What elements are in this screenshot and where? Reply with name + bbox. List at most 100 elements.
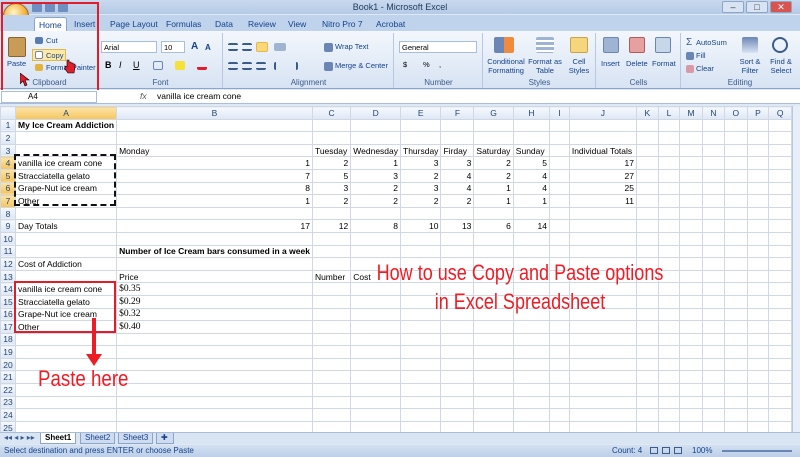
cell[interactable] [568, 370, 637, 385]
cell[interactable] [473, 370, 514, 385]
column-header[interactable]: B [116, 106, 313, 120]
orientation-icon[interactable] [274, 43, 286, 51]
shrink-font-button[interactable]: A [205, 43, 211, 52]
cell[interactable] [548, 143, 570, 158]
cell[interactable] [473, 231, 514, 246]
cell[interactable] [746, 332, 770, 347]
cell[interactable] [768, 332, 792, 347]
cell[interactable] [311, 345, 352, 359]
cell[interactable] [568, 219, 637, 233]
cell[interactable] [657, 395, 681, 410]
cell[interactable] [440, 244, 475, 259]
cell[interactable] [635, 320, 659, 334]
currency-button[interactable]: $ [403, 60, 407, 69]
column-header[interactable]: P [746, 106, 770, 120]
find-select-button[interactable]: Find & Select [766, 57, 796, 75]
cell[interactable] [724, 156, 748, 170]
cell[interactable] [548, 345, 570, 359]
row-header[interactable]: 24 [0, 408, 17, 422]
cell[interactable] [548, 408, 570, 422]
grow-font-button[interactable]: A [191, 41, 198, 52]
cell[interactable] [768, 257, 792, 271]
cell[interactable] [350, 395, 401, 410]
cell[interactable] [746, 168, 770, 183]
cell[interactable] [724, 370, 748, 385]
column-header[interactable]: Q [768, 106, 792, 120]
close-button[interactable]: ✕ [770, 1, 792, 13]
number-format-select[interactable]: General [399, 41, 477, 53]
cell[interactable] [350, 345, 401, 359]
cell[interactable] [473, 408, 514, 422]
cell[interactable] [440, 395, 475, 410]
cell[interactable] [701, 181, 726, 196]
cell[interactable] [635, 206, 659, 221]
cell[interactable] [679, 408, 703, 422]
cell[interactable] [116, 383, 313, 397]
cell[interactable] [311, 332, 352, 347]
cell[interactable]: Firday [440, 143, 475, 158]
formula-input[interactable]: vanilla ice cream cone [157, 91, 241, 101]
cell[interactable] [724, 332, 748, 347]
bold-button[interactable]: B [105, 60, 112, 70]
cell[interactable] [635, 231, 659, 246]
cell[interactable] [512, 383, 550, 397]
percent-button[interactable]: % [423, 60, 430, 69]
cell[interactable]: 5 [311, 168, 352, 183]
align-top-icon[interactable] [228, 43, 238, 51]
cell[interactable] [512, 131, 550, 145]
cell[interactable]: 1 [350, 156, 401, 170]
cell[interactable]: 8 [116, 181, 313, 196]
cell[interactable] [746, 320, 770, 334]
cell[interactable] [440, 320, 475, 334]
row-header[interactable]: 18 [0, 332, 17, 347]
cell[interactable] [679, 131, 703, 145]
cell[interactable]: 2 [350, 181, 401, 196]
cell[interactable] [116, 118, 313, 133]
cell[interactable] [657, 131, 681, 145]
cell[interactable] [15, 332, 118, 347]
cell[interactable] [350, 206, 401, 221]
cell[interactable] [635, 395, 659, 410]
cell[interactable]: Monday [116, 143, 313, 158]
cell[interactable] [473, 320, 514, 334]
font-color-icon[interactable] [197, 61, 207, 70]
cell[interactable] [768, 118, 792, 133]
cell[interactable] [657, 194, 681, 208]
cell[interactable] [311, 395, 352, 410]
cell[interactable] [768, 219, 792, 233]
cell[interactable] [746, 269, 770, 284]
cell[interactable] [440, 345, 475, 359]
cell[interactable] [701, 219, 726, 233]
maximize-button[interactable]: □ [746, 1, 768, 13]
cell[interactable] [679, 181, 703, 196]
cell[interactable] [399, 370, 442, 385]
cell[interactable] [311, 131, 352, 145]
cell[interactable]: 5 [512, 156, 550, 170]
cell[interactable] [311, 118, 352, 133]
cell[interactable] [657, 219, 681, 233]
cell[interactable] [746, 219, 770, 233]
cell[interactable] [679, 231, 703, 246]
cell[interactable] [548, 194, 570, 208]
page-break-view-icon[interactable] [674, 447, 682, 454]
cell[interactable] [768, 143, 792, 158]
column-header[interactable]: C [311, 106, 352, 120]
cell[interactable] [399, 408, 442, 422]
cell[interactable] [746, 370, 770, 385]
cell[interactable]: 4 [440, 181, 475, 196]
cell[interactable] [635, 194, 659, 208]
cell[interactable] [116, 395, 313, 410]
font-family-select[interactable]: Arial [101, 41, 157, 53]
cell[interactable] [724, 131, 748, 145]
cell[interactable] [473, 131, 514, 145]
row-header[interactable]: 20 [0, 357, 17, 372]
column-header[interactable]: H [512, 106, 550, 120]
cell[interactable] [724, 219, 748, 233]
cell[interactable] [311, 244, 352, 259]
format-as-table-button[interactable]: Format as Table [528, 57, 562, 75]
cell[interactable]: 4 [512, 168, 550, 183]
cell[interactable] [701, 395, 726, 410]
cell[interactable] [768, 357, 792, 372]
cell[interactable]: 3 [311, 181, 352, 196]
cell[interactable] [311, 231, 352, 246]
